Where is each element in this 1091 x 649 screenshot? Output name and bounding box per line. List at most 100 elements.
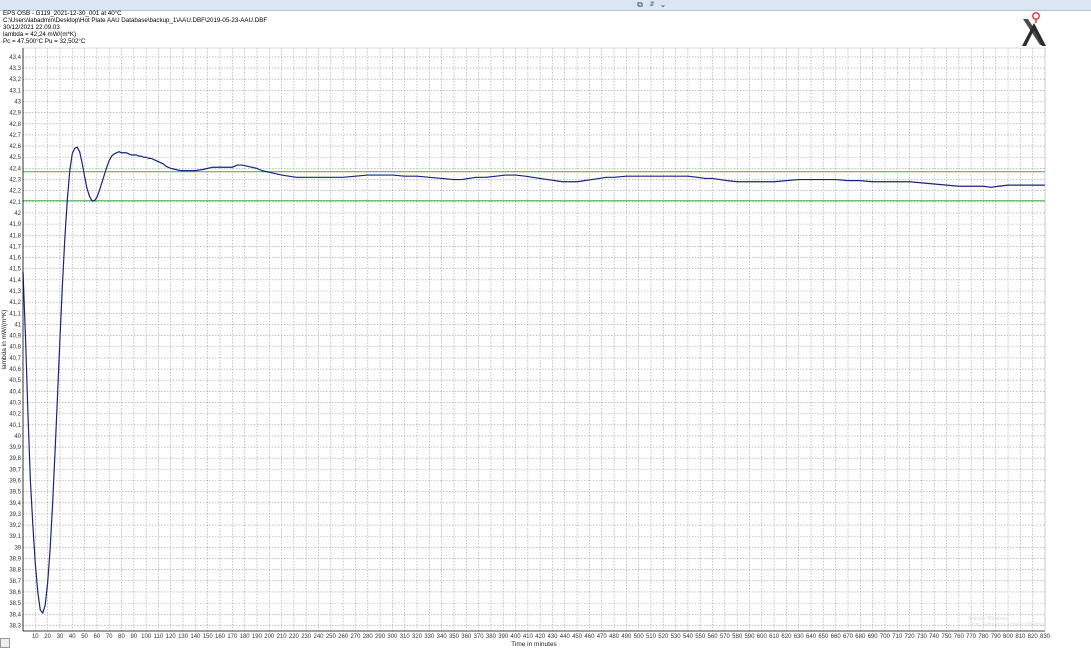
data-point [662, 175, 664, 177]
data-point [798, 179, 800, 180]
data-point [983, 185, 984, 187]
x-tick-label: 130 [178, 634, 189, 640]
data-point [761, 181, 763, 183]
data-point [25, 335, 26, 336]
data-point [288, 175, 290, 177]
axes [22, 47, 1046, 632]
data-point [606, 176, 608, 178]
y-tick-label: 42,6 [9, 144, 21, 150]
data-point [190, 170, 191, 171]
data-point [121, 152, 122, 154]
data-point [896, 181, 898, 183]
data-point [305, 176, 307, 178]
data-point [128, 153, 130, 155]
data-point [675, 175, 676, 177]
data-point [1020, 184, 1021, 186]
y-tick-label: 39,2 [9, 523, 21, 529]
y-tick-label: 43,4 [9, 55, 21, 61]
data-point [990, 186, 992, 188]
y-tick-label: 41,3 [9, 289, 21, 295]
data-point [719, 179, 721, 180]
data-point [241, 164, 243, 166]
chevron-down-icon[interactable]: ⌄ [657, 0, 669, 10]
logo-pin-icon [1032, 12, 1040, 23]
y-tick-label: 42 [14, 211, 21, 217]
y-tick-label: 39,9 [9, 445, 21, 451]
x-tick-label: 60 [94, 634, 101, 640]
data-point [970, 185, 972, 187]
data-point [195, 170, 196, 171]
x-tick-label: 640 [806, 634, 817, 640]
data-point [379, 174, 381, 176]
data-point [786, 180, 787, 181]
x-tick-label: 80 [118, 634, 125, 640]
y-tick-label: 40,9 [9, 334, 21, 340]
data-point [810, 179, 812, 180]
data-point [428, 176, 430, 178]
data-point [650, 175, 652, 177]
y-tick-label: 41,1 [9, 311, 21, 317]
x-tick-label: 380 [486, 634, 497, 640]
y-tick-label: 43,1 [9, 88, 21, 94]
data-point [222, 166, 223, 168]
x-tick-label: 450 [572, 634, 583, 640]
data-point [626, 175, 627, 177]
y-tick-label: 40,3 [9, 400, 21, 406]
data-point [859, 180, 861, 181]
x-tick-label: 70 [106, 634, 113, 640]
x-tick-label: 750 [941, 634, 952, 640]
x-tick-label: 390 [498, 634, 509, 640]
x-tick-label: 670 [843, 634, 854, 640]
restore-icon[interactable]: ⧉ [634, 0, 646, 10]
x-tick-label: 500 [634, 634, 645, 640]
data-point [515, 174, 516, 176]
data-point [155, 160, 157, 161]
zoom-reset-button[interactable] [0, 638, 10, 648]
x-tick-label: 120 [166, 634, 177, 640]
data-point [823, 179, 824, 180]
data-point [71, 153, 73, 155]
x-tick-label: 180 [240, 634, 251, 640]
x-tick-label: 550 [695, 634, 706, 640]
x-tick-label: 700 [880, 634, 891, 640]
data-point [170, 168, 172, 169]
x-tick-label: 110 [154, 634, 164, 640]
data-point [704, 178, 706, 179]
y-tick-label: 42,2 [9, 189, 21, 195]
x-tick-label: 760 [954, 634, 965, 640]
data-point [212, 166, 213, 168]
data-point [126, 152, 127, 154]
x-tick-label: 40 [69, 634, 76, 640]
x-tick-label: 210 [277, 634, 288, 640]
data-point [468, 178, 470, 179]
x-tick-label: 830 [1040, 634, 1051, 640]
data-point [921, 182, 923, 184]
data-point [736, 181, 738, 183]
grid-lines [23, 48, 1046, 631]
data-point [103, 174, 105, 176]
data-point [111, 155, 113, 157]
x-tick-label: 340 [437, 634, 448, 640]
data-point [554, 180, 556, 181]
data-point [42, 612, 44, 614]
data-point [145, 156, 147, 158]
x-tick-label: 270 [350, 634, 361, 640]
y-tick-label: 41 [14, 322, 21, 328]
x-tick-label: 620 [781, 634, 792, 640]
data-point [94, 200, 95, 202]
data-point [27, 413, 29, 414]
x-tick-label: 230 [301, 634, 312, 640]
data-point [227, 166, 228, 168]
data-point [180, 170, 181, 171]
x-tick-label: 560 [708, 634, 719, 640]
data-point [697, 176, 699, 178]
x-tick-label: 410 [523, 634, 534, 640]
data-point [997, 185, 999, 187]
x-tick-label: 820 [1028, 634, 1039, 640]
data-point [712, 178, 713, 179]
y-tick-label: 39 [14, 545, 21, 551]
x-tick-label: 30 [57, 634, 64, 640]
x-tick-label: 300 [387, 634, 398, 640]
data-point [116, 152, 117, 154]
data-point [185, 170, 186, 171]
